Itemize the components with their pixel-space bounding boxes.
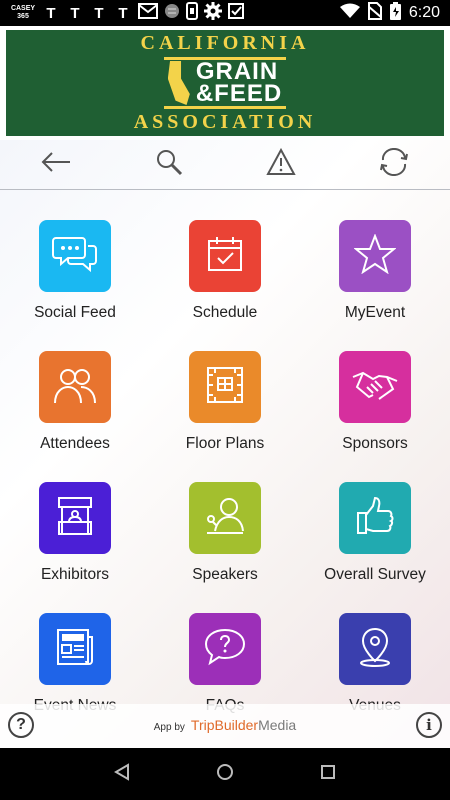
recents-square-icon bbox=[319, 763, 337, 786]
california-state-icon bbox=[167, 61, 190, 105]
android-nav-bar bbox=[0, 748, 450, 800]
wifi-icon bbox=[339, 3, 360, 24]
tile-myevent[interactable]: MyEvent bbox=[300, 220, 450, 351]
thumbs-up-icon bbox=[355, 495, 395, 542]
carrier-badge: CASEY 365 bbox=[10, 5, 36, 20]
tile-exhibitors[interactable]: Exhibitors bbox=[0, 482, 150, 613]
logo-words: GRAIN &FEED bbox=[195, 60, 283, 107]
calendar-icon bbox=[205, 234, 245, 279]
tile-icon-bg bbox=[189, 220, 261, 292]
tile-attendees[interactable]: Attendees bbox=[0, 351, 150, 482]
people-icon bbox=[52, 365, 98, 410]
tile-icon-bg bbox=[39, 613, 111, 685]
status-right: 6:20 bbox=[339, 1, 440, 25]
tile-social-feed[interactable]: Social Feed bbox=[0, 220, 150, 351]
tile-label: Sponsors bbox=[342, 435, 408, 452]
alert-icon bbox=[266, 147, 296, 181]
tile-label: Attendees bbox=[40, 435, 110, 452]
tile-icon-bg bbox=[339, 220, 411, 292]
logo-line-california: CALIFORNIA bbox=[140, 32, 310, 54]
refresh-icon bbox=[377, 147, 411, 181]
tile-label: Schedule bbox=[192, 304, 258, 321]
credit-brand: TripBuilder bbox=[190, 717, 259, 733]
notification-t-icon: T bbox=[70, 4, 80, 22]
refresh-button[interactable] bbox=[369, 143, 419, 187]
back-arrow-icon bbox=[40, 151, 72, 178]
notification-t-icon: T bbox=[118, 4, 128, 22]
handshake-icon bbox=[351, 367, 399, 408]
settings-icon bbox=[204, 1, 222, 25]
floor-plan-icon bbox=[205, 365, 245, 410]
tile-label: Exhibitors bbox=[40, 566, 110, 583]
star-icon bbox=[353, 232, 397, 279]
tile-icon-bg bbox=[189, 613, 261, 685]
clock: 6:20 bbox=[408, 4, 440, 21]
credit-media: Media bbox=[258, 717, 297, 733]
association-logo: CALIFORNIA GRAIN &FEED ASSOCIATION bbox=[6, 30, 444, 136]
nav-back-button[interactable] bbox=[102, 754, 142, 794]
tile-schedule[interactable]: Schedule bbox=[150, 220, 300, 351]
tile-icon-bg bbox=[189, 482, 261, 554]
app-credit[interactable]: App by TripBuilderMedia bbox=[154, 717, 296, 735]
search-icon bbox=[155, 148, 183, 181]
status-left: CASEY 365 T T T T bbox=[10, 1, 244, 25]
notification-t-icon: T bbox=[46, 4, 56, 22]
back-triangle-icon bbox=[113, 762, 131, 786]
info-button[interactable]: i bbox=[416, 712, 442, 738]
tile-icon-bg bbox=[339, 482, 411, 554]
globe-icon bbox=[164, 3, 180, 24]
notification-t-icon: T bbox=[94, 4, 104, 22]
status-bar: CASEY 365 T T T T 6:20 bbox=[0, 0, 450, 26]
association-banner: CALIFORNIA GRAIN &FEED ASSOCIATION bbox=[0, 26, 450, 140]
logo-line-association: ASSOCIATION bbox=[133, 111, 317, 133]
chat-bubbles-icon bbox=[52, 234, 98, 279]
tile-icon-bg bbox=[39, 220, 111, 292]
toolbar bbox=[0, 140, 450, 190]
logo-middle: GRAIN &FEED bbox=[163, 57, 287, 109]
tile-icon-bg bbox=[39, 351, 111, 423]
question-bubble-icon bbox=[203, 627, 247, 672]
battery-icon bbox=[389, 1, 401, 25]
home-circle-icon bbox=[215, 762, 235, 787]
tile-label: MyEvent bbox=[344, 304, 406, 321]
booth-icon bbox=[55, 495, 95, 542]
tile-floor-plans[interactable]: Floor Plans bbox=[150, 351, 300, 482]
tile-overall-survey[interactable]: Overall Survey bbox=[300, 482, 450, 613]
phone-icon bbox=[186, 1, 198, 25]
app-area: Social Feed Schedule MyEvent Attendees F… bbox=[0, 140, 450, 748]
tile-label: Floor Plans bbox=[185, 435, 265, 452]
location-pin-icon bbox=[355, 626, 395, 673]
nav-home-button[interactable] bbox=[205, 754, 245, 794]
mail-icon bbox=[138, 2, 158, 24]
credit-brand-logo: TripBuilderMedia bbox=[191, 717, 296, 735]
tile-label: Speakers bbox=[192, 566, 258, 583]
help-button[interactable]: ? bbox=[8, 712, 34, 738]
tile-icon-bg bbox=[339, 351, 411, 423]
alert-button[interactable] bbox=[256, 143, 306, 187]
speaker-icon bbox=[203, 495, 247, 542]
tile-icon-bg bbox=[39, 482, 111, 554]
tasks-icon bbox=[228, 2, 244, 24]
footer: ? App by TripBuilderMedia i bbox=[0, 704, 450, 748]
back-button[interactable] bbox=[31, 143, 81, 187]
tile-label: Overall Survey bbox=[324, 566, 426, 583]
tile-icon-bg bbox=[189, 351, 261, 423]
search-button[interactable] bbox=[144, 143, 194, 187]
tile-label: Social Feed bbox=[34, 304, 116, 321]
no-sim-icon bbox=[367, 1, 383, 25]
news-icon bbox=[55, 627, 95, 672]
tile-speakers[interactable]: Speakers bbox=[150, 482, 300, 613]
logo-word-feed: &FEED bbox=[195, 80, 283, 107]
tile-sponsors[interactable]: Sponsors bbox=[300, 351, 450, 482]
credit-prefix: App by bbox=[153, 722, 185, 733]
nav-recents-button[interactable] bbox=[308, 754, 348, 794]
tile-icon-bg bbox=[339, 613, 411, 685]
